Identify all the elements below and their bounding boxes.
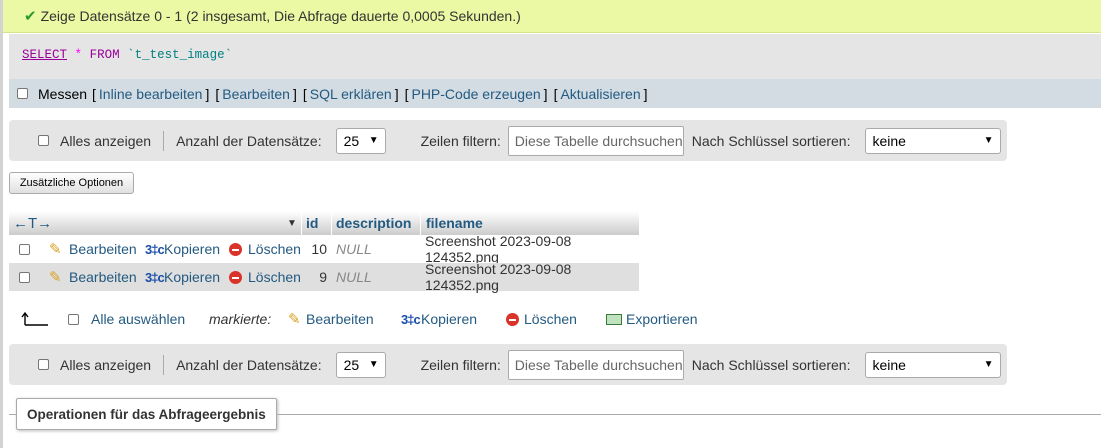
cell-filename: Screenshot 2023-09-08 124352.png bbox=[425, 261, 572, 293]
delete-icon bbox=[229, 242, 242, 256]
row-edit-link[interactable]: Bearbeiten bbox=[69, 269, 137, 285]
rows-count-label: Anzahl der Datensätze: bbox=[176, 132, 322, 149]
inline-edit-link[interactable]: Inline bearbeiten bbox=[99, 86, 203, 102]
success-text: Zeige Datensätze 0 - 1 (2 insgesamt, Die… bbox=[40, 8, 521, 24]
pencil-icon: ✎ bbox=[288, 311, 301, 328]
messen-checkbox[interactable] bbox=[17, 88, 28, 99]
operations-legend: Operationen für das Abfrageergebnis bbox=[16, 398, 277, 430]
sort-select[interactable]: keine ▼ bbox=[864, 127, 1001, 154]
show-all-checkbox[interactable] bbox=[38, 135, 49, 146]
row-copy-link[interactable]: Kopieren bbox=[164, 241, 220, 257]
column-header-description[interactable]: description bbox=[336, 215, 411, 231]
extra-options-button[interactable]: Zusätzliche Optionen bbox=[9, 172, 134, 194]
column-header-filename[interactable]: filename bbox=[426, 215, 483, 231]
results-table: ←T→ ▼ id description filename ✎ Bearbeit… bbox=[9, 211, 639, 293]
left-border bbox=[0, 0, 3, 448]
chevron-down-icon: ▼ bbox=[368, 135, 379, 146]
export-icon bbox=[606, 313, 622, 325]
sort-dropdown-icon[interactable]: ▼ bbox=[287, 218, 297, 229]
explain-sql-link[interactable]: SQL erklären bbox=[310, 86, 392, 102]
copy-icon: 3‡c bbox=[145, 269, 165, 285]
chevron-down-icon: ▼ bbox=[368, 359, 379, 370]
cell-description: NULL bbox=[336, 269, 372, 285]
table-header: ←T→ ▼ id description filename bbox=[9, 211, 639, 235]
column-header-id[interactable]: id bbox=[306, 215, 318, 231]
delete-icon bbox=[506, 312, 519, 326]
nav-bar-top: Alles anzeigen Anzahl der Datensätze: 25… bbox=[9, 120, 1007, 161]
show-all-checkbox[interactable] bbox=[38, 359, 49, 370]
messen-label: Messen bbox=[38, 85, 88, 102]
chevron-down-icon: ▼ bbox=[983, 135, 994, 146]
chevron-down-icon: ▼ bbox=[983, 359, 994, 370]
table-row: ✎ Bearbeiten 3‡c Kopieren Löschen 9 NULL… bbox=[9, 261, 639, 293]
rows-count-select[interactable]: 25 ▼ bbox=[335, 127, 386, 154]
row-copy-link[interactable]: Kopieren bbox=[164, 269, 220, 285]
bulk-edit-button[interactable]: Bearbeiten bbox=[306, 306, 374, 332]
sort-label: Nach Schlüssel sortieren: bbox=[691, 132, 851, 149]
row-delete-link[interactable]: Löschen bbox=[248, 269, 301, 285]
table-row: ✎ Bearbeiten 3‡c Kopieren Löschen 10 NUL… bbox=[9, 233, 639, 265]
show-all-label: Alles anzeigen bbox=[60, 132, 152, 149]
rows-count-label: Anzahl der Datensätze: bbox=[176, 356, 322, 373]
php-code-link[interactable]: PHP-Code erzeugen bbox=[411, 86, 540, 102]
row-checkbox[interactable] bbox=[19, 243, 30, 255]
filter-input[interactable]: Diese Tabelle durchsuchen bbox=[507, 125, 684, 156]
bulk-actions: Alle auswählen markierte: ✎ Bearbeiten 3… bbox=[9, 306, 709, 332]
copy-icon: 3‡c bbox=[145, 241, 165, 257]
sql-from-keyword: FROM bbox=[89, 48, 120, 62]
pencil-icon: ✎ bbox=[49, 269, 62, 286]
row-checkbox[interactable] bbox=[19, 271, 30, 283]
sql-star: * bbox=[74, 48, 83, 62]
filter-label: Zeilen filtern: bbox=[420, 356, 501, 373]
select-all-link[interactable]: Alle auswählen bbox=[91, 306, 185, 332]
success-message: ✔ Zeige Datensätze 0 - 1 (2 insgesamt, D… bbox=[3, 0, 1101, 33]
show-all-label: Alles anzeigen bbox=[60, 356, 152, 373]
sort-select[interactable]: keine ▼ bbox=[864, 351, 1001, 378]
pencil-icon: ✎ bbox=[49, 241, 62, 258]
filter-label: Zeilen filtern: bbox=[420, 132, 501, 149]
copy-icon: 3‡c bbox=[401, 311, 421, 327]
bulk-delete-button[interactable]: Löschen bbox=[524, 306, 577, 332]
divider bbox=[163, 130, 165, 151]
column-arrows-icon[interactable]: ←T→ bbox=[13, 215, 52, 232]
sort-label: Nach Schlüssel sortieren: bbox=[691, 356, 851, 373]
sql-table-name: `t_test_image` bbox=[127, 48, 233, 62]
nav-bar-bottom: Alles anzeigen Anzahl der Datensätze: 25… bbox=[9, 344, 1007, 385]
row-delete-link[interactable]: Löschen bbox=[248, 241, 301, 257]
divider bbox=[163, 354, 165, 375]
marked-label: markierte: bbox=[209, 311, 272, 327]
delete-icon bbox=[229, 270, 242, 284]
cell-id: 10 bbox=[311, 241, 327, 257]
rows-count-select[interactable]: 25 ▼ bbox=[335, 351, 386, 378]
edit-query-link[interactable]: Bearbeiten bbox=[222, 86, 290, 102]
cell-description: NULL bbox=[336, 241, 372, 257]
cell-id: 9 bbox=[319, 269, 327, 285]
bulk-copy-button[interactable]: Kopieren bbox=[421, 306, 477, 332]
query-links-bar: Messen [ Inline bearbeiten ] [ Bearbeite… bbox=[9, 79, 1101, 108]
check-icon: ✔ bbox=[24, 8, 37, 25]
select-all-checkbox[interactable] bbox=[68, 313, 79, 325]
row-edit-link[interactable]: Bearbeiten bbox=[69, 241, 137, 257]
sql-select-keyword[interactable]: SELECT bbox=[22, 48, 67, 62]
bulk-export-button[interactable]: Exportieren bbox=[626, 306, 698, 332]
arrow-up-left-icon bbox=[21, 306, 49, 332]
refresh-link[interactable]: Aktualisieren bbox=[560, 86, 640, 102]
filter-input[interactable]: Diese Tabelle durchsuchen bbox=[507, 349, 684, 380]
sql-query-box[interactable]: SELECT * FROM `t_test_image` bbox=[9, 34, 1101, 79]
